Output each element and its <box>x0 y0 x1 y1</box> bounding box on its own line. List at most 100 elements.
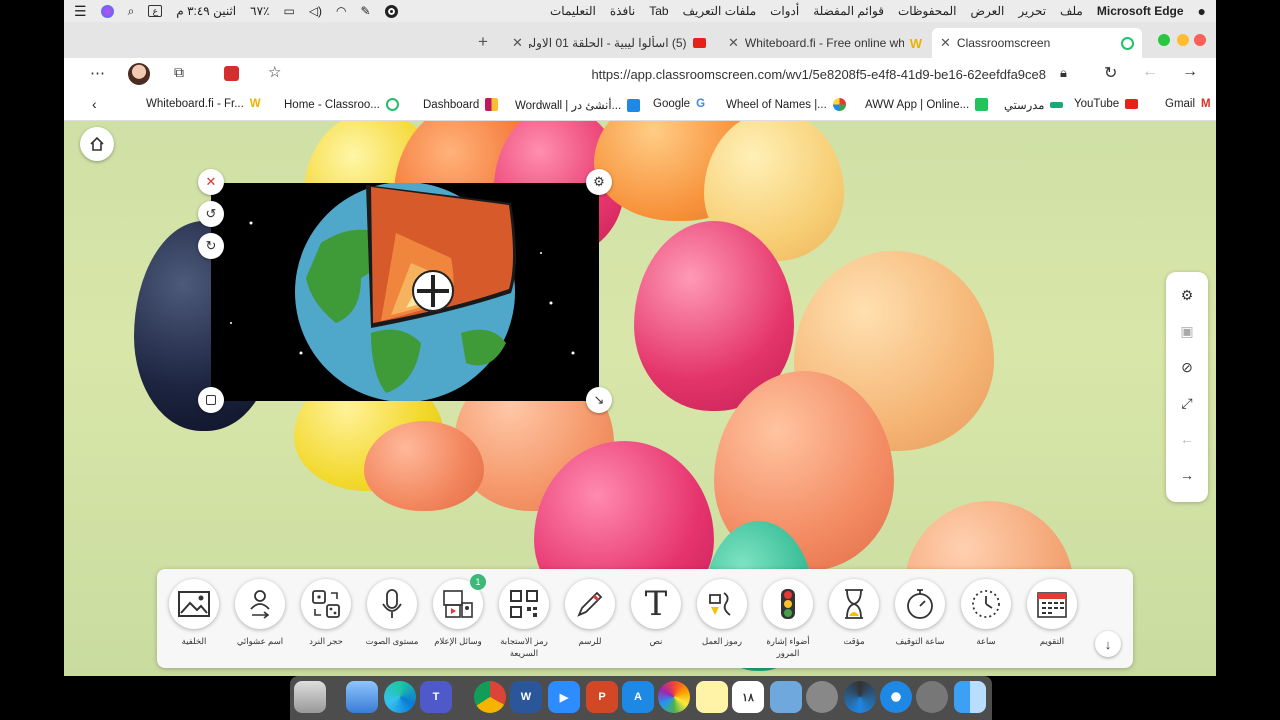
fav-gmail[interactable]: Gmail M <box>1165 98 1211 110</box>
safari-icon[interactable] <box>880 681 912 713</box>
fullscreen-button[interactable]: ⤢ <box>1174 390 1200 416</box>
wifi-icon[interactable]: ◠ <box>336 4 346 18</box>
fav-google[interactable]: Google G <box>653 98 705 110</box>
reload-icon[interactable]: ↻ <box>1104 63 1117 83</box>
pen-icon[interactable]: ✎ <box>361 4 371 18</box>
fav-youtube[interactable]: YouTube <box>1074 98 1139 110</box>
tool-media[interactable]: 1 وسائل الإعلام <box>428 574 488 647</box>
previous-screen-button[interactable]: ← <box>1174 426 1200 452</box>
app-name-menu[interactable]: Microsoft Edge <box>1097 4 1184 18</box>
close-icon[interactable]: ✕ <box>940 35 951 51</box>
back-icon[interactable]: → <box>1182 63 1198 81</box>
launchpad-icon[interactable] <box>916 681 948 713</box>
fav-aww-app[interactable]: AWW App | Online... <box>865 98 989 111</box>
menu-window[interactable]: نافذة <box>610 4 635 18</box>
collapse-toolbar-button[interactable]: ↓ <box>1095 631 1121 657</box>
tool-sound-level[interactable]: مستوى الصوت <box>362 579 422 647</box>
menu-edit[interactable]: تحرير <box>1018 4 1046 18</box>
url-field[interactable] <box>304 62 1046 86</box>
finder-icon[interactable] <box>954 681 986 713</box>
home-button[interactable] <box>80 127 114 161</box>
tool-qr-code[interactable]: رمز الاستجابة السريعة <box>494 579 554 659</box>
tool-random-name[interactable]: اسم عشوائي <box>230 579 290 647</box>
battery-percent[interactable]: ٦٧٪ <box>250 4 269 18</box>
volume-icon[interactable]: ◁) <box>309 4 322 18</box>
widget-settings-button[interactable]: ⚙ <box>586 169 612 195</box>
menu-history[interactable]: المحفوظات <box>898 4 956 18</box>
tab-youtube[interactable]: ✕ (5) اسألوا ليبية - الحلقة 01 الاولى <box>504 28 714 58</box>
tool-background[interactable]: الخلفية <box>164 579 224 647</box>
tab-classroomscreen[interactable]: ✕ Classroomscreen <box>932 28 1142 58</box>
tool-stopwatch[interactable]: ساعة التوقيف <box>890 579 950 647</box>
tool-draw[interactable]: للرسم <box>560 579 620 647</box>
tool-text[interactable]: T نص <box>626 579 686 647</box>
fav-wordwall[interactable]: Wordwall | أنشئ در... <box>515 98 641 112</box>
fav-whiteboard[interactable]: Whiteboard.fi - Fr... W <box>146 98 261 110</box>
tool-clock[interactable]: ساعة <box>956 579 1016 647</box>
rotate-left-button[interactable]: ↺ <box>198 201 224 227</box>
close-icon[interactable]: ✕ <box>728 35 739 51</box>
settings-button[interactable]: ⚙ <box>1174 282 1200 308</box>
menu-favorites[interactable]: قوائم المفضلة <box>813 4 884 18</box>
widget-resize-handle[interactable]: ↘ <box>586 387 612 413</box>
tool-work-symbols[interactable]: رموز العمل <box>692 579 752 647</box>
menu-tab[interactable]: Tab <box>649 4 668 18</box>
system-preferences-icon[interactable] <box>806 681 838 713</box>
next-screen-button[interactable]: → <box>1174 462 1200 488</box>
photos-icon[interactable] <box>658 681 690 713</box>
notes-icon[interactable] <box>696 681 728 713</box>
close-icon[interactable]: ✕ <box>512 35 523 51</box>
fav-wheel-of-names[interactable]: Wheel of Names |... <box>726 98 846 111</box>
battery-icon[interactable]: ▭ <box>283 4 294 18</box>
lock-icon[interactable]: 🔒︎ <box>1060 65 1067 81</box>
hide-button[interactable]: ⊘ <box>1174 354 1200 380</box>
save-button[interactable]: ▣ <box>1174 318 1200 344</box>
new-tab-button[interactable]: + <box>478 32 488 52</box>
collections-icon[interactable]: ⧉ <box>174 64 184 81</box>
widget-minimize-button[interactable] <box>198 387 224 413</box>
trash-icon[interactable] <box>294 681 326 713</box>
profile-avatar[interactable] <box>128 63 150 85</box>
chevron-left-icon[interactable]: ‹ <box>92 96 97 112</box>
input-source-indicator[interactable]: ع <box>148 5 163 17</box>
fav-dashboard[interactable]: Dashboard <box>423 98 499 111</box>
menu-view[interactable]: العرض <box>970 4 1004 18</box>
word-icon[interactable]: W <box>510 681 542 713</box>
favorite-star-icon[interactable]: ☆ <box>268 63 281 81</box>
spotlight-search-icon[interactable]: ⌕ <box>128 4 135 19</box>
teams-icon[interactable]: T <box>420 681 452 713</box>
forward-icon[interactable]: ← <box>1142 63 1158 81</box>
fav-classroomscreen[interactable]: Home - Classroo... <box>284 98 399 111</box>
menu-help[interactable]: التعليمات <box>550 4 596 18</box>
siri-icon[interactable] <box>100 4 114 18</box>
zoom-icon[interactable]: ▶ <box>548 681 580 713</box>
rotate-right-button[interactable]: ↻ <box>198 233 224 259</box>
edge-beta-icon[interactable] <box>844 681 876 713</box>
tool-traffic-light[interactable]: أضواء إشارة المرور <box>758 579 818 659</box>
zoom-window-button[interactable] <box>1158 34 1170 46</box>
keynote-icon[interactable] <box>770 681 802 713</box>
close-widget-button[interactable]: ✕ <box>198 169 224 195</box>
media-widget[interactable] <box>211 183 599 401</box>
tab-whiteboard[interactable]: ✕ Whiteboard.fi - Free online wh W <box>720 28 930 58</box>
minimize-window-button[interactable] <box>1177 34 1189 46</box>
tool-timer[interactable]: مؤقت <box>824 579 884 647</box>
classroomscreen-canvas[interactable]: ✕ ↺ ↻ ⚙ ↘ ⚙ ▣ ⊘ ⤢ ← → الخلفية اسم عشوائي… <box>64 121 1216 676</box>
close-window-button[interactable] <box>1194 34 1206 46</box>
menu-clock[interactable]: اثنين ٣:٤٩ م <box>176 4 236 18</box>
menu-file[interactable]: ملف <box>1060 4 1083 18</box>
apple-icon[interactable]: ● <box>1198 3 1206 19</box>
more-menu-icon[interactable]: ⋯ <box>90 64 105 82</box>
fav-madrasati[interactable]: مدرستي <box>1004 98 1064 112</box>
tool-calendar[interactable]: التقويم <box>1022 579 1082 647</box>
menu-tools[interactable]: أدوات <box>770 4 799 18</box>
calendar-app-icon[interactable]: ١٨ <box>732 681 764 713</box>
extension-icon[interactable] <box>224 66 239 81</box>
menu-profiles[interactable]: ملفات التعريف <box>683 4 757 18</box>
powerpoint-icon[interactable]: P <box>586 681 618 713</box>
preview-icon[interactable] <box>346 681 378 713</box>
record-icon[interactable] <box>384 4 398 18</box>
app-store-icon[interactable]: A <box>622 681 654 713</box>
edge-icon[interactable] <box>384 681 416 713</box>
chrome-icon[interactable] <box>474 681 506 713</box>
